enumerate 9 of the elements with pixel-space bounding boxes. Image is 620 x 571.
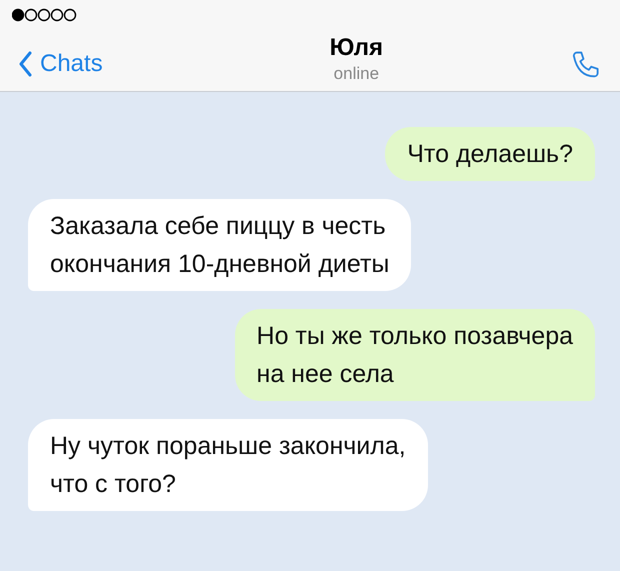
signal-icon [12, 8, 78, 22]
message-bubble: Но ты же только позавчера на нее села [234, 309, 595, 401]
message-bubble: Заказала себе пиццу в честь окончания 10-дневной диеты [28, 199, 412, 291]
contact-status: online [334, 64, 380, 84]
chevron-left-icon [18, 51, 32, 77]
message-bubble: Что делаешь? [385, 127, 595, 181]
message-bubble: Ну чуток пораньше закончила, что с того? [28, 419, 428, 511]
contact-name: Юля [330, 34, 384, 62]
back-button[interactable]: Chats [18, 50, 103, 78]
